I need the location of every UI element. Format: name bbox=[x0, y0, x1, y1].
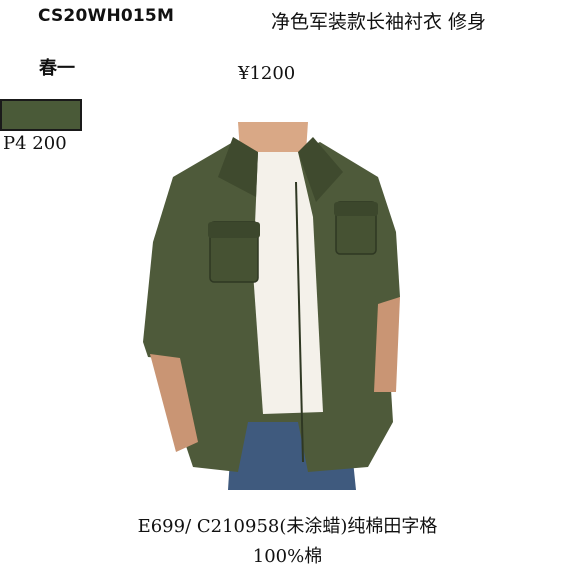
product-photo bbox=[138, 122, 418, 490]
swatch-label: P4 200 bbox=[3, 133, 67, 154]
color-swatch bbox=[0, 99, 82, 131]
season-label: 春一 bbox=[39, 58, 75, 79]
fabric-description: E699/ C210958(未涂蜡)纯棉田字格 bbox=[137, 516, 438, 537]
right-pocket-flap bbox=[334, 202, 378, 216]
right-forearm bbox=[374, 297, 400, 392]
left-pocket-flap bbox=[208, 222, 260, 238]
product-code: CS20WH015M bbox=[38, 6, 175, 26]
price: ¥1200 bbox=[238, 63, 296, 84]
composition: 100%棉 bbox=[252, 546, 323, 567]
product-title: 净色军装款长袖衬衣 修身 bbox=[271, 11, 487, 33]
